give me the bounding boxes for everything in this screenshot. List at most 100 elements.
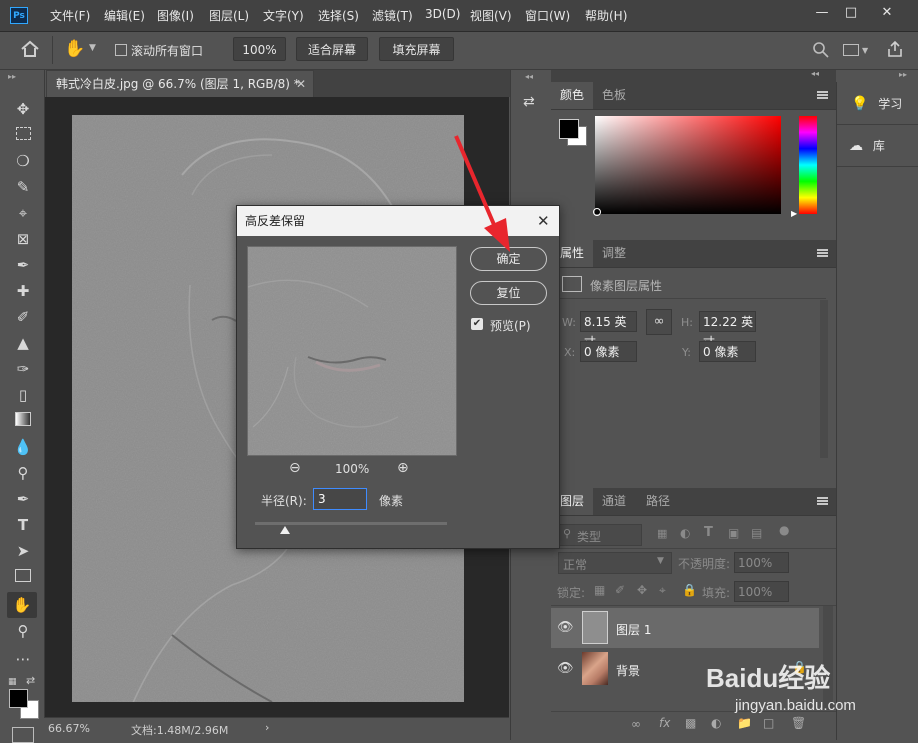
visibility-eye-icon[interactable]: 👁: [557, 661, 574, 676]
menu-filter[interactable]: 滤镜(T): [372, 7, 413, 24]
close-window-icon[interactable]: ✕: [876, 4, 898, 22]
menu-window[interactable]: 窗口(W): [525, 7, 570, 24]
tab-adjustments[interactable]: 调整: [593, 240, 635, 267]
filter-preview[interactable]: [247, 246, 457, 456]
adjustment-filter-icon[interactable]: ◐: [680, 526, 690, 540]
collapse-icon[interactable]: ▸▸: [899, 70, 907, 79]
fit-screen-button[interactable]: 适合屏幕: [296, 37, 368, 61]
collapse-icon[interactable]: ◂◂: [811, 69, 819, 78]
pixel-filter-icon[interactable]: ▦: [657, 527, 667, 540]
adjustment-layer-icon[interactable]: ◐: [711, 716, 721, 730]
mask-icon[interactable]: ▩: [685, 716, 696, 730]
crop-tool-icon[interactable]: ⌖: [10, 202, 36, 224]
close-tab-icon[interactable]: ✕: [296, 71, 306, 98]
radius-slider-handle[interactable]: [280, 526, 290, 534]
scrollbar[interactable]: [820, 300, 828, 458]
shape-filter-icon[interactable]: ▣: [728, 526, 739, 540]
foreground-color-swatch[interactable]: [9, 689, 28, 708]
menu-file[interactable]: 文件(F): [50, 7, 90, 24]
x-field[interactable]: 0 像素: [580, 341, 637, 362]
hand-tool-icon[interactable]: ✋: [64, 39, 85, 59]
menu-help[interactable]: 帮助(H): [585, 7, 627, 24]
height-field[interactable]: 12.22 英寸: [699, 311, 756, 349]
eraser-tool-icon[interactable]: ▯: [10, 384, 36, 406]
menu-3d[interactable]: 3D(D): [425, 7, 460, 21]
minimize-icon[interactable]: —: [811, 4, 833, 22]
quick-mask-icon[interactable]: [12, 727, 34, 743]
search-icon[interactable]: [812, 41, 830, 59]
lasso-tool-icon[interactable]: ❍: [10, 150, 36, 172]
hand-tool-icon[interactable]: ✋: [7, 592, 37, 618]
opacity-field[interactable]: 100%: [734, 552, 789, 573]
chevron-down-icon[interactable]: ▼: [862, 46, 868, 55]
rectangle-tool-icon[interactable]: [10, 566, 36, 588]
fill-screen-button[interactable]: 填充屏幕: [379, 37, 454, 61]
share-icon[interactable]: [886, 40, 904, 58]
panel-menu-icon[interactable]: [817, 91, 828, 99]
zoom-100-button[interactable]: 100%: [233, 37, 286, 61]
hue-slider-handle[interactable]: ▶: [791, 209, 797, 218]
filter-toggle-icon[interactable]: ●: [779, 523, 789, 537]
fx-icon[interactable]: fx: [659, 716, 670, 730]
lock-transparent-icon[interactable]: ▦: [594, 583, 605, 597]
tab-swatches[interactable]: 色板: [593, 82, 635, 109]
panel-menu-icon[interactable]: [817, 249, 828, 257]
dodge-tool-icon[interactable]: ⚲: [10, 462, 36, 484]
scrollbar[interactable]: [823, 606, 833, 710]
maximize-icon[interactable]: □: [840, 4, 862, 22]
layer-row[interactable]: 👁 图层 1: [551, 608, 819, 648]
menu-image[interactable]: 图像(I): [157, 7, 194, 24]
color-picker-handle[interactable]: [593, 208, 601, 216]
menu-layer[interactable]: 图层(L): [209, 7, 249, 24]
healing-brush-tool-icon[interactable]: ✚: [10, 280, 36, 302]
menu-edit[interactable]: 编辑(E): [104, 7, 145, 24]
lock-position-icon[interactable]: ✥: [637, 583, 647, 597]
lock-pixels-icon[interactable]: ✐: [615, 583, 625, 597]
collapse-icon[interactable]: ◂◂: [525, 72, 533, 81]
menu-select[interactable]: 选择(S): [318, 7, 359, 24]
marquee-tool-icon[interactable]: [10, 124, 36, 146]
blend-mode-select[interactable]: 正常 ▼: [558, 552, 672, 574]
history-panel-icon[interactable]: ⇄: [523, 94, 535, 110]
new-layer-icon[interactable]: □: [763, 716, 774, 730]
layer-filter-select[interactable]: ⚲ 类型: [558, 524, 642, 546]
group-icon[interactable]: 📁: [737, 716, 752, 730]
brush-tool-icon[interactable]: ✐: [10, 306, 36, 328]
default-colors-icon[interactable]: ▦: [8, 677, 17, 687]
menu-view[interactable]: 视图(V): [470, 7, 512, 24]
chevron-down-icon[interactable]: ▼: [89, 43, 96, 53]
panel-menu-icon[interactable]: [817, 497, 828, 505]
hue-slider[interactable]: [799, 116, 817, 214]
trash-icon[interactable]: 🗑: [791, 716, 806, 730]
tab-color[interactable]: 颜色: [551, 82, 594, 109]
workspace-icon[interactable]: [843, 44, 859, 56]
tab-channels[interactable]: 通道: [593, 488, 635, 515]
pen-tool-icon[interactable]: ✒: [10, 488, 36, 510]
history-brush-tool-icon[interactable]: ✑: [10, 358, 36, 380]
blur-tool-icon[interactable]: 💧: [10, 436, 36, 458]
layer-name[interactable]: 图层 1: [616, 621, 651, 638]
foreground-color-swatch[interactable]: [559, 119, 579, 139]
type-tool-icon[interactable]: T: [10, 514, 36, 536]
library-panel-button[interactable]: ☁ 库: [837, 126, 918, 167]
gradient-tool-icon[interactable]: [10, 410, 36, 432]
width-field[interactable]: 8.15 英寸: [580, 311, 637, 349]
fill-field[interactable]: 100%: [734, 581, 789, 602]
path-select-tool-icon[interactable]: ➤: [10, 540, 36, 562]
tab-paths[interactable]: 路径: [637, 488, 679, 515]
lock-artboard-icon[interactable]: ⌖: [659, 583, 666, 598]
preview-checkbox[interactable]: ✔: [471, 318, 483, 330]
smart-object-filter-icon[interactable]: ▤: [751, 526, 762, 540]
frame-tool-icon[interactable]: ⊠: [10, 228, 36, 250]
scroll-all-checkbox[interactable]: [115, 44, 127, 56]
more-tools-icon[interactable]: ⋯: [10, 648, 36, 670]
eyedropper-tool-icon[interactable]: ✒: [10, 254, 36, 276]
quick-select-tool-icon[interactable]: ✎: [10, 176, 36, 198]
learn-panel-button[interactable]: 💡 学习: [837, 84, 918, 125]
radius-slider-track[interactable]: [255, 522, 447, 525]
document-tab[interactable]: 韩式冷白皮.jpg @ 66.7% (图层 1, RGB/8) * ✕: [46, 70, 314, 97]
stamp-tool-icon[interactable]: ▲: [10, 332, 36, 354]
reset-button[interactable]: 复位: [470, 281, 547, 305]
collapse-icon[interactable]: ▸▸: [8, 72, 16, 81]
swap-colors-icon[interactable]: ⇄: [26, 674, 35, 687]
